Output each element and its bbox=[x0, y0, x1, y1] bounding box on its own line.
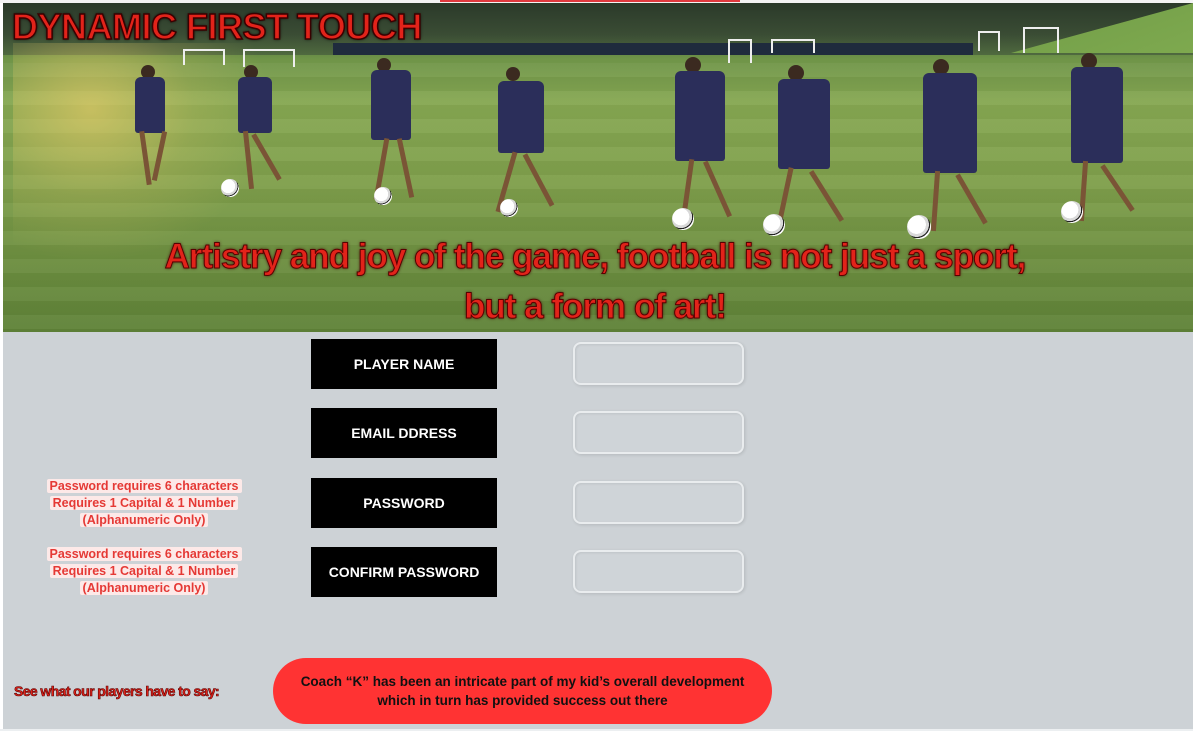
hint-line: Requires 1 Capital & 1 Number bbox=[49, 496, 239, 510]
soccer-ball bbox=[374, 187, 392, 205]
goal-post bbox=[978, 31, 1000, 51]
confirm-password-requirements-hint: Password requires 6 characters Requires … bbox=[38, 546, 250, 597]
goal-post bbox=[1023, 27, 1059, 53]
hint-line: Password requires 6 characters bbox=[46, 479, 242, 493]
hint-line: Password requires 6 characters bbox=[46, 547, 242, 561]
hero-tagline-line2: but a form of art! bbox=[464, 287, 728, 327]
confirm-password-input[interactable] bbox=[573, 550, 744, 593]
goal-post bbox=[183, 49, 225, 65]
hint-line: (Alphanumeric Only) bbox=[79, 513, 209, 527]
hint-line: (Alphanumeric Only) bbox=[79, 581, 209, 595]
player-name-label: PLAYER NAME bbox=[311, 339, 497, 389]
soccer-ball bbox=[221, 179, 239, 197]
goal-post bbox=[728, 39, 752, 63]
soccer-ball bbox=[1061, 201, 1083, 223]
password-label: PASSWORD bbox=[311, 478, 497, 528]
soccer-ball bbox=[500, 199, 518, 217]
player-name-input[interactable] bbox=[573, 342, 744, 385]
goal-post bbox=[771, 39, 815, 53]
password-requirements-hint: Password requires 6 characters Requires … bbox=[38, 478, 250, 529]
testimonial-bubble: Coach “K” has been an intricate part of … bbox=[273, 658, 772, 724]
soccer-ball bbox=[672, 208, 694, 230]
testimonials-heading: See what our players have to say: bbox=[14, 683, 220, 700]
hero-tagline-line1: Artistry and joy of the game, football i… bbox=[164, 237, 1027, 277]
email-address-input[interactable] bbox=[573, 411, 744, 454]
email-address-label: EMAIL DDRESS bbox=[311, 408, 497, 458]
password-input[interactable] bbox=[573, 481, 744, 524]
field-ad-boards bbox=[333, 43, 973, 55]
testimonial-quote-line1: Coach “K” has been an intricate part of … bbox=[300, 674, 745, 689]
hero-tagline: Artistry and joy of the game, football i… bbox=[0, 232, 1190, 332]
testimonial-quote-line2: which in turn has provided success out t… bbox=[377, 693, 668, 708]
confirm-password-label: CONFIRM PASSWORD bbox=[311, 547, 497, 597]
site-title: DYNAMIC FIRST TOUCH bbox=[11, 5, 423, 48]
hint-line: Requires 1 Capital & 1 Number bbox=[49, 564, 239, 578]
